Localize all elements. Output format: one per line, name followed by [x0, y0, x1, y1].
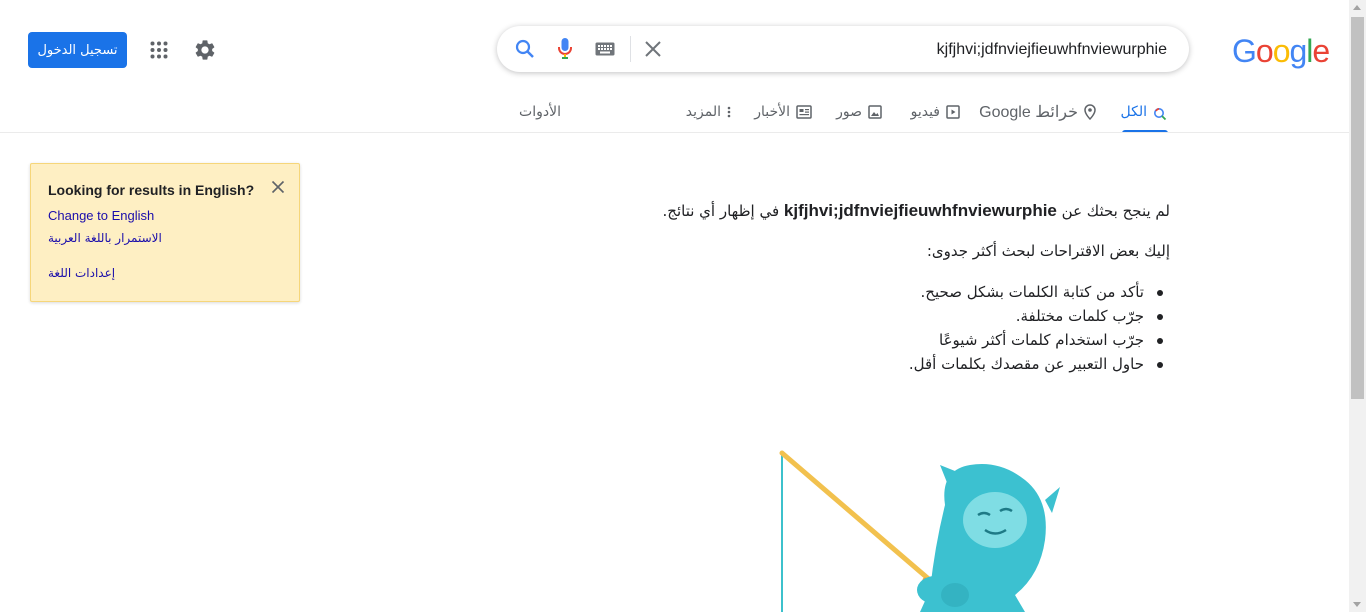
microphone-icon[interactable] [553, 37, 577, 61]
news-icon [796, 105, 812, 119]
tabs-divider [0, 132, 1349, 133]
tab-label: الأدوات [519, 104, 561, 120]
list-item: جرّب كلمات مختلفة. [610, 304, 1163, 328]
no-results-message: لم ينجح بحثك عن kjfjhvi;jdfnviejfieuwhfn… [610, 200, 1171, 376]
tab-maps[interactable]: خرائط Google [979, 100, 1096, 124]
scroll-up-arrow-icon[interactable] [1353, 5, 1361, 10]
list-item: حاول التعبير عن مقصدك بكلمات أقل. [610, 352, 1163, 376]
list-item: تأكد من كتابة الكلمات بشكل صحيح. [610, 280, 1163, 304]
tab-label: الأخبار [754, 104, 790, 120]
signin-button[interactable]: تسجيل الدخول [28, 32, 127, 68]
tab-news[interactable]: الأخبار [754, 100, 812, 124]
tab-images[interactable]: صور [836, 100, 882, 124]
language-settings-link[interactable]: إعدادات اللغة [48, 266, 115, 280]
fishing-monster-illustration [779, 450, 1060, 612]
keyboard-icon[interactable] [593, 37, 617, 61]
tab-tools[interactable]: الأدوات [519, 100, 561, 124]
scrollbar-thumb[interactable] [1351, 17, 1364, 399]
search-icon [1154, 108, 1167, 121]
settings-gear-icon[interactable] [193, 38, 217, 62]
tab-all[interactable]: الكل [1121, 100, 1168, 124]
change-to-english-link[interactable]: Change to English [48, 208, 154, 223]
tab-more[interactable]: المزيد [686, 100, 731, 124]
tab-label: المزيد [685, 104, 721, 120]
search-icon[interactable] [513, 37, 537, 61]
more-vert-icon [727, 106, 731, 118]
search-input[interactable] [727, 39, 1167, 61]
suggestions-list: تأكد من كتابة الكلمات بشكل صحيح. جرّب كل… [610, 280, 1170, 376]
tab-label: صور [836, 104, 862, 120]
vertical-scrollbar[interactable] [1349, 0, 1366, 612]
tab-videos[interactable]: فيديو [911, 100, 960, 124]
continue-arabic-link[interactable]: الاستمرار باللغة العربية [48, 231, 162, 245]
list-item: جرّب استخدام كلمات أكثر شيوعًا [610, 328, 1163, 352]
searched-query: kjfjhvi;jdfnviejfieuwhfnviewurphie [783, 201, 1057, 220]
suggestions-intro: إليك بعض الاقتراحات لبحث أكثر جدوى: [926, 242, 1170, 260]
close-icon[interactable] [269, 178, 287, 196]
scroll-down-arrow-icon[interactable] [1353, 602, 1361, 607]
map-pin-icon [1084, 104, 1096, 120]
google-logo[interactable]: Google [1232, 33, 1330, 70]
language-notice-title: Looking for results in English? [48, 182, 255, 198]
video-icon [946, 105, 960, 119]
language-notice: Looking for results in English? Change t… [30, 163, 300, 302]
tab-label: الكل [1120, 104, 1148, 120]
image-icon [868, 105, 882, 119]
no-results-text: لم ينجح بحثك عن kjfjhvi;jdfnviejfieuwhfn… [662, 201, 1171, 220]
tab-label: خرائط Google [979, 104, 1078, 121]
apps-grid-icon[interactable] [147, 38, 171, 62]
search-box [497, 26, 1189, 72]
clear-icon[interactable] [641, 37, 665, 61]
search-divider [630, 36, 631, 62]
tab-label: فيديو [910, 104, 940, 120]
google-search-page: Google تسجيل الدخول الكل خرائط Google [0, 0, 1366, 612]
